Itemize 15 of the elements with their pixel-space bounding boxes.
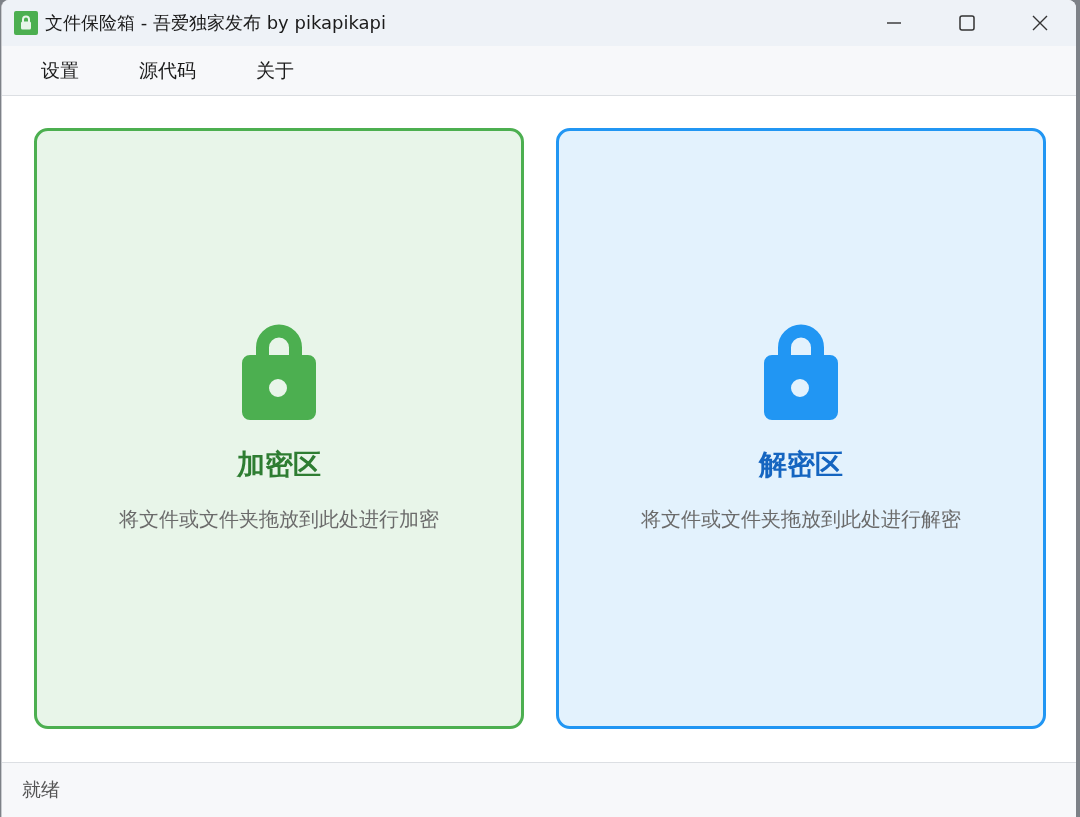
menu-item[interactable]: 关于 (226, 51, 324, 90)
app-lock-icon (14, 11, 38, 35)
zone-title: 解密区 (759, 449, 843, 481)
status-text: 就绪 (22, 777, 60, 802)
minimize-icon (886, 22, 901, 24)
close-icon (1031, 15, 1048, 31)
menu-item[interactable]: 设置 (11, 51, 109, 90)
menu-item[interactable]: 源代码 (109, 51, 226, 90)
drop-zone[interactable]: 解密区 将文件或文件夹拖放到此处进行解密 (556, 128, 1046, 729)
zone-hint: 将文件或文件夹拖放到此处进行加密 (119, 506, 439, 533)
maximize-icon (958, 15, 975, 31)
zone-title: 加密区 (237, 449, 321, 481)
drop-zone[interactable]: 加密区 将文件或文件夹拖放到此处进行加密 (34, 128, 524, 729)
window-title: 文件保险箱 - 吾爱独家发布 by pikapikapi (45, 11, 387, 35)
zone-hint: 将文件或文件夹拖放到此处进行解密 (641, 506, 961, 533)
